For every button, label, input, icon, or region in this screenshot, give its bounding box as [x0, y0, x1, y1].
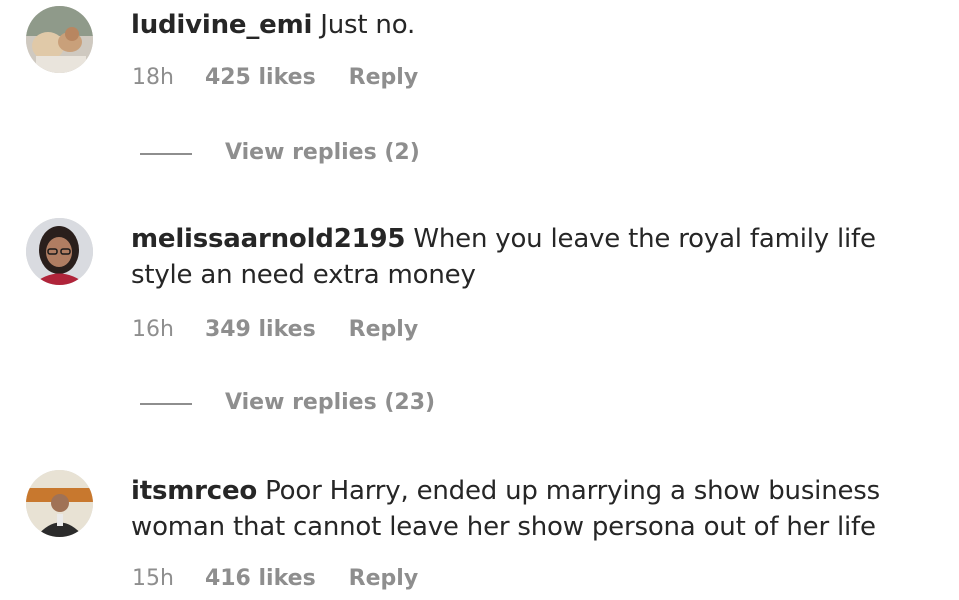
- user-avatar-photo-icon: [26, 218, 93, 285]
- reply-button[interactable]: Reply: [349, 564, 419, 594]
- comment-time: 16h: [132, 317, 174, 342]
- comment-body: ludivine_emi Just no.: [131, 7, 941, 43]
- avatar[interactable]: [26, 218, 93, 285]
- comment-time: 15h: [132, 566, 174, 591]
- view-replies-label[interactable]: View replies (2): [225, 138, 420, 168]
- comment-time: 18h: [132, 65, 174, 90]
- reply-button[interactable]: Reply: [349, 63, 419, 93]
- comment-likes[interactable]: 425 likes: [205, 63, 316, 93]
- reply-button[interactable]: Reply: [349, 315, 419, 345]
- replies-divider: [140, 153, 192, 155]
- comment-meta: 15h 416 likes Reply: [132, 564, 418, 594]
- avatar[interactable]: [26, 6, 93, 73]
- comment-likes[interactable]: 416 likes: [205, 564, 316, 594]
- replies-divider: [140, 403, 192, 405]
- comment-text: Just no.: [320, 10, 416, 40]
- comment-meta: 18h 425 likes Reply: [132, 63, 418, 93]
- comment-likes[interactable]: 349 likes: [205, 315, 316, 345]
- comment-username[interactable]: ludivine_emi: [131, 10, 312, 40]
- avatar[interactable]: [26, 470, 93, 537]
- comment-meta: 16h 349 likes Reply: [132, 315, 418, 345]
- comment-username[interactable]: melissaarnold2195: [131, 224, 405, 254]
- user-avatar-photo-icon: [26, 470, 93, 537]
- comment-username[interactable]: itsmrceo: [131, 476, 257, 506]
- comment-body: melissaarnold2195 When you leave the roy…: [131, 221, 941, 293]
- view-replies-label[interactable]: View replies (23): [225, 388, 435, 418]
- comment-body: itsmrceo Poor Harry, ended up marrying a…: [131, 473, 941, 545]
- user-avatar-photo-icon: [26, 6, 93, 73]
